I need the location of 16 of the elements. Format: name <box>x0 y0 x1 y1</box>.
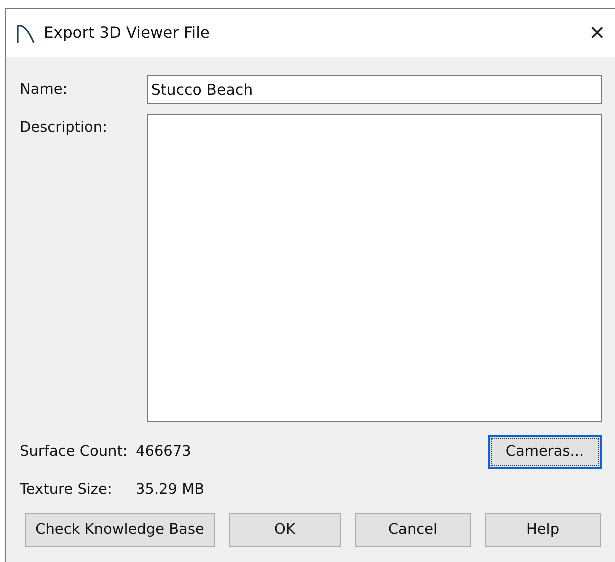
arch-icon <box>16 22 36 44</box>
description-label: Description: <box>20 120 108 136</box>
texture-size-value: 35.29 MB <box>136 482 205 498</box>
surface-count-value: 466673 <box>136 444 192 460</box>
close-button[interactable]: ✕ <box>583 20 612 46</box>
description-field[interactable] <box>147 114 602 422</box>
surface-count-label: Surface Count: <box>20 444 129 460</box>
cameras-button[interactable]: Cameras... <box>488 435 602 469</box>
dialog-button[interactable]: Cancel <box>355 513 471 547</box>
name-field[interactable]: Stucco Beach <box>147 75 602 104</box>
texture-size-label: Texture Size: <box>20 482 114 498</box>
dialog-button[interactable]: OK <box>229 513 341 547</box>
dialog-button[interactable]: Help <box>485 513 601 547</box>
dialog-button[interactable]: Check Knowledge Base <box>25 513 215 547</box>
window-title: Export 3D Viewer File <box>44 24 210 42</box>
name-label: Name: <box>20 82 69 98</box>
